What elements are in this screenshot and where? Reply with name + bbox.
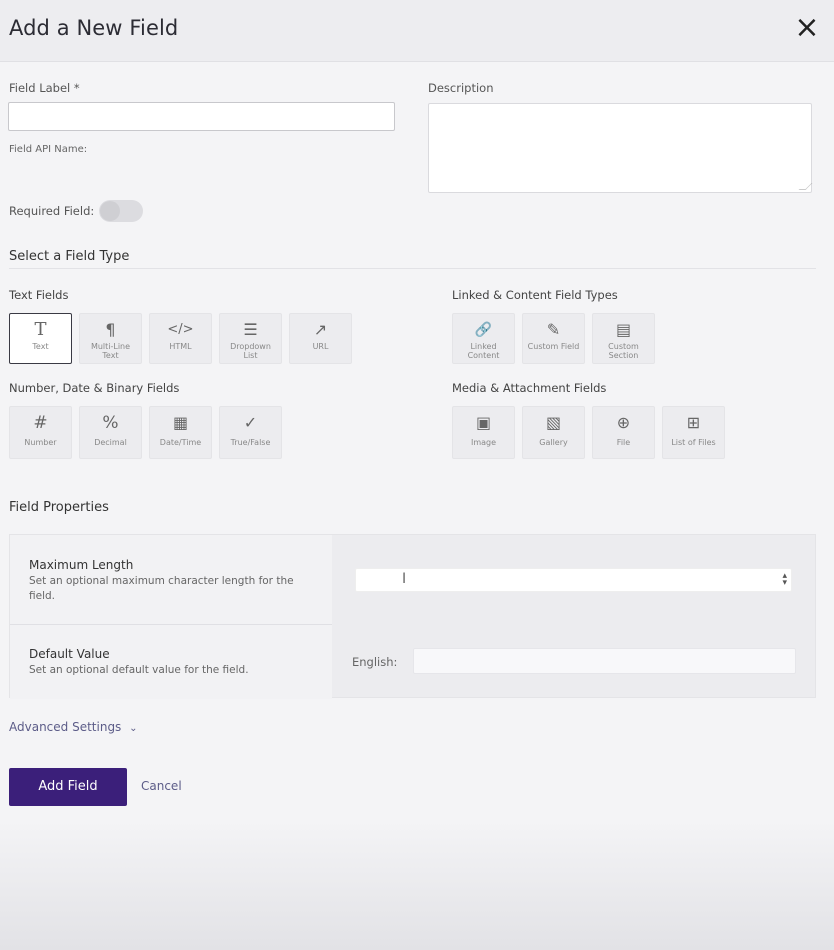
max-length-name: Maximum Length [29,558,134,572]
spinner-icon[interactable]: ▴ ▾ [782,572,787,588]
field-type-section-title: Select a Field Type [9,249,130,264]
tile-label: Linked Content [467,342,500,360]
text-type-icon: T [34,319,47,340]
calendar-icon: ▦ [172,413,189,432]
tile-decimal[interactable]: % Decimal [79,406,142,459]
checkmark-icon: ✓ [243,413,258,432]
add-field-modal: Add a New Field × Field Label * Field AP… [0,0,834,950]
properties-divider [10,624,332,625]
add-field-button[interactable]: Add Field [9,768,127,806]
tile-label: URL [312,342,329,351]
required-field-toggle[interactable] [99,200,143,222]
tile-label: Image [470,438,497,447]
text-cursor-icon: I [402,571,407,587]
tile-label: List of Files [671,438,716,447]
description-textarea[interactable] [428,103,813,193]
modal-bottom-area [0,820,834,950]
tile-label: Number [24,438,57,447]
tile-list-of-files[interactable]: ⊞ List of Files [662,406,725,459]
number-fields-title: Number, Date & Binary Fields [9,381,180,395]
tile-true-false[interactable]: ✓ True/False [219,406,282,459]
default-value-input[interactable] [413,648,796,674]
tile-date-time[interactable]: ▦ Date/Time [149,406,212,459]
section-divider [9,268,816,269]
tile-custom-section[interactable]: ▤ Custom Section [592,313,655,364]
modal-title: Add a New Field [9,16,179,40]
tile-html[interactable]: </> HTML [149,313,212,364]
field-api-name-label: Field API Name: [9,144,88,155]
english-label: English: [352,655,398,669]
tile-label: True/False [230,438,271,447]
tile-url[interactable]: ↗ URL [289,313,352,364]
advanced-settings-label: Advanced Settings [9,720,122,734]
field-properties-panel: Maximum Length Set an optional maximum c… [9,534,816,699]
tile-linked-content[interactable]: 🔗 Linked Content [452,313,515,364]
close-icon[interactable]: × [794,13,820,43]
hash-icon: # [33,413,48,433]
required-field-label: Required Field: [9,204,95,218]
code-icon: </> [167,322,194,337]
tile-label: Text [32,342,49,351]
tile-image[interactable]: ▣ Image [452,406,515,459]
tile-file[interactable]: ⊕ File [592,406,655,459]
files-icon: ⊞ [686,413,701,432]
tile-label: Dropdown List [230,342,271,360]
description-label: Description [428,81,494,95]
max-length-input[interactable]: I ▴ ▾ [355,568,792,592]
field-label-input[interactable] [8,102,395,131]
tile-label: HTML [169,342,192,351]
paragraph-icon: ¶ [105,320,116,339]
external-link-icon: ↗ [313,320,328,339]
toggle-knob [100,201,120,221]
tile-label: Gallery [539,438,568,447]
chevron-down-icon: ⌄ [129,723,138,734]
tile-label: Custom Field [527,342,580,351]
tile-label: Multi-Line Text [90,342,131,360]
tile-text[interactable]: T Text [9,313,72,364]
list-icon: ☰ [243,320,258,339]
file-icon: ⊕ [616,413,631,432]
linked-fields-title: Linked & Content Field Types [452,288,618,302]
default-value-name: Default Value [29,647,110,661]
field-properties-title: Field Properties [9,500,109,515]
tile-custom-field[interactable]: ✎ Custom Field [522,313,585,364]
cancel-button[interactable]: Cancel [141,779,182,793]
tile-label: Date/Time [159,438,202,447]
tile-dropdown-list[interactable]: ☰ Dropdown List [219,313,282,364]
text-fields-title: Text Fields [9,288,69,302]
image-icon: ▣ [475,413,492,432]
default-value-description: Set an optional default value for the fi… [29,664,249,676]
tile-label: File [616,438,631,447]
field-label-label: Field Label * [9,81,80,95]
link-icon: 🔗 [474,322,493,338]
document-icon: ▤ [615,320,632,339]
percent-icon: % [102,413,119,433]
media-fields-title: Media & Attachment Fields [452,381,607,395]
tile-multi-line-text[interactable]: ¶ Multi-Line Text [79,313,142,364]
tile-label: Custom Section [608,342,639,360]
edit-icon: ✎ [546,320,561,339]
advanced-settings-toggle[interactable]: Advanced Settings ⌄ [9,720,138,734]
tile-label: Decimal [94,438,127,447]
tile-gallery[interactable]: ▧ Gallery [522,406,585,459]
resize-handle-icon[interactable] [798,183,813,190]
tile-number[interactable]: # Number [9,406,72,459]
modal-header: Add a New Field × [0,0,834,62]
gallery-icon: ▧ [545,413,562,432]
max-length-description: Set an optional maximum character length… [29,575,294,602]
